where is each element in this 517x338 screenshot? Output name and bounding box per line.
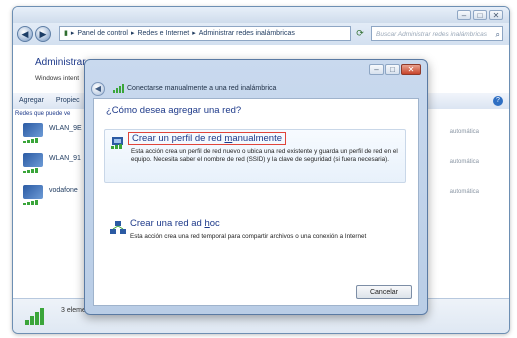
- dialog-body: ¿Cómo desea agregar una red? Crear un pe…: [93, 98, 419, 306]
- dialog-question: ¿Cómo desea agregar una red?: [106, 105, 242, 116]
- network-folder-icon: ▮: [64, 30, 68, 37]
- breadcrumb-separator-icon: ▸: [130, 30, 135, 37]
- cancel-button[interactable]: Cancelar: [356, 285, 412, 299]
- dialog-title: Conectarse manualmente a una red inalámb…: [127, 85, 277, 92]
- manual-profile-title-pre: Crear un perfil de red: [132, 133, 225, 144]
- manual-profile-option[interactable]: Crear un perfil de red manualmente Esta …: [104, 129, 406, 183]
- breadcrumb-item[interactable]: Administrar redes inalámbricas: [199, 27, 295, 40]
- explorer-titlebar: – □ ✕: [13, 7, 509, 23]
- breadcrumb-item[interactable]: Redes e Internet: [137, 27, 189, 40]
- network-icon: [23, 185, 43, 199]
- forward-arrow-icon[interactable]: ▶: [35, 26, 51, 42]
- wireless-signal-icon: [25, 308, 44, 325]
- adhoc-network-description: Esta acción crea una red temporal para c…: [130, 233, 367, 240]
- network-icon: [23, 123, 43, 137]
- help-icon[interactable]: ?: [493, 96, 503, 106]
- signal-bars-icon: [23, 138, 38, 143]
- maximize-button[interactable]: □: [385, 64, 400, 75]
- back-arrow-icon[interactable]: ◀: [17, 26, 33, 42]
- adhoc-network-title-pre: Crear una red ad: [130, 218, 205, 229]
- back-arrow-icon[interactable]: ◀: [91, 82, 105, 96]
- close-button[interactable]: ✕: [401, 64, 421, 75]
- network-name: WLAN_91: [49, 155, 81, 162]
- properties-button[interactable]: Propiec: [56, 97, 80, 104]
- address-bar-row: ◀ ▶ ▮ ▸ Panel de control ▸ Redes e Inter…: [13, 23, 509, 46]
- breadcrumb-separator-icon: ▸: [70, 30, 75, 37]
- network-profile-icon: [111, 137, 123, 149]
- add-network-dialog: ◀ Conectarse manualmente a una red inalá…: [84, 59, 428, 315]
- page-title: Administrar: [35, 57, 86, 68]
- adhoc-network-title-post: oc: [209, 218, 220, 229]
- group-header: Redes que puede ve: [15, 111, 71, 117]
- network-icon: [23, 153, 43, 167]
- wireless-icon: [113, 84, 124, 93]
- search-placeholder: Buscar Administrar redes inalámbricas: [376, 31, 488, 38]
- minimize-button[interactable]: –: [457, 10, 471, 20]
- adhoc-network-icon: [110, 221, 126, 234]
- breadcrumb-item[interactable]: Panel de control: [77, 27, 128, 40]
- page-subtitle: Windows intent: [35, 75, 80, 82]
- address-bar[interactable]: ▮ ▸ Panel de control ▸ Redes e Internet …: [59, 26, 351, 41]
- signal-bars-icon: [23, 168, 38, 173]
- dialog-titlebar: ◀ Conectarse manualmente a una red inalá…: [85, 60, 427, 96]
- close-button[interactable]: ✕: [489, 10, 503, 20]
- manual-profile-title-post: anualmente: [232, 133, 282, 144]
- dialog-caption-buttons: – □ ✕: [369, 64, 421, 75]
- network-name: vodafone: [49, 187, 78, 194]
- network-mode: automática: [449, 159, 479, 165]
- minimize-button[interactable]: –: [369, 64, 384, 75]
- maximize-button[interactable]: □: [473, 10, 487, 20]
- add-button[interactable]: Agregar: [19, 97, 44, 104]
- adhoc-network-title: Crear una red ad hoc: [130, 218, 220, 229]
- search-input[interactable]: Buscar Administrar redes inalámbricas ⌕: [371, 26, 503, 41]
- refresh-icon[interactable]: ⟳: [353, 26, 367, 41]
- network-mode: automática: [449, 129, 479, 135]
- manual-profile-description: Esta acción crea un perfil de red nuevo …: [131, 148, 398, 163]
- breadcrumb-separator-icon: ▸: [192, 30, 196, 37]
- signal-bars-icon: [23, 200, 38, 205]
- adhoc-network-option[interactable]: Crear una red ad hoc Esta acción crea un…: [104, 215, 404, 255]
- manual-profile-title: Crear un perfil de red manualmente: [128, 132, 286, 145]
- network-mode: automática: [449, 189, 479, 195]
- window-caption-buttons: – □ ✕: [457, 10, 503, 20]
- search-icon: ⌕: [495, 30, 500, 39]
- network-name: WLAN_9E: [49, 125, 82, 132]
